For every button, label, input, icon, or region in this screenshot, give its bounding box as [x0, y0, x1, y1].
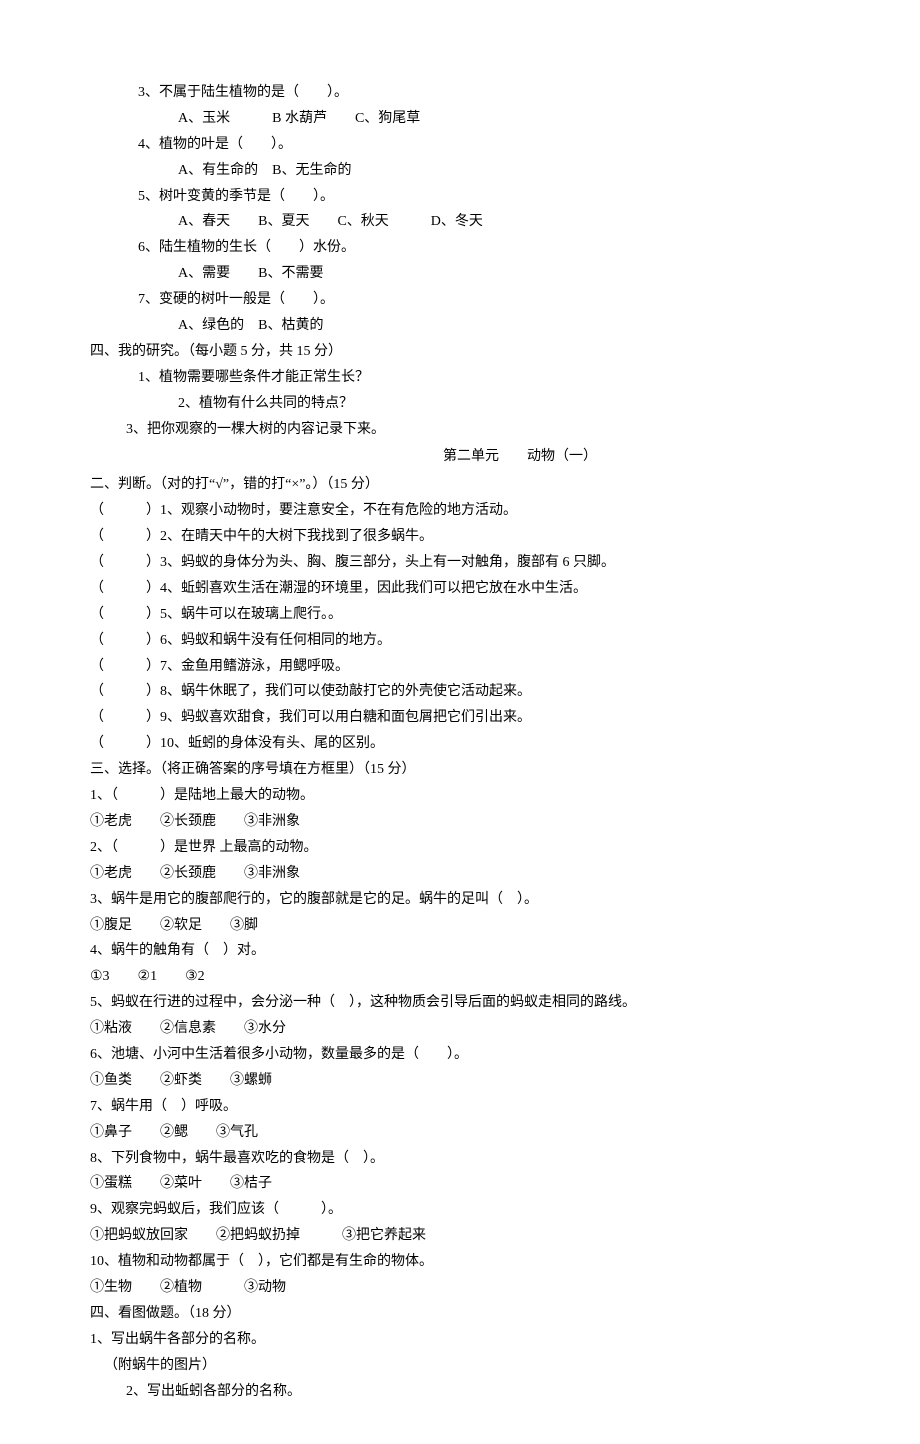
s3-q2-stem: 2、（ ）是世界 上最高的动物。 — [90, 835, 830, 861]
section4-q3: 3、把你观察的一棵大树的内容记录下来。 — [90, 417, 830, 443]
s3-q9-stem: 9、观察完蚂蚁后，我们应该（ ）。 — [90, 1197, 830, 1223]
s3-q6-stem: 6、池塘、小河中生活着很多小动物，数量最多的是（ ）。 — [90, 1042, 830, 1068]
section4b-heading: 四、看图做题。（18 分） — [90, 1301, 830, 1327]
q6-opts: A、需要 B、不需要 — [90, 261, 830, 287]
q7-opts: A、绿色的 B、枯黄的 — [90, 313, 830, 339]
section4b-q2: 2、写出蚯蚓各部分的名称。 — [90, 1379, 830, 1405]
q3-stem: 3、不属于陆生植物的是（ ）。 — [90, 80, 830, 106]
s3-q10-opts: ①生物 ②植物 ③动物 — [90, 1275, 830, 1301]
q6-stem: 6、陆生植物的生长（ ）水份。 — [90, 235, 830, 261]
s3-q3-stem: 3、蜗牛是用它的腹部爬行的，它的腹部就是它的足。蜗牛的足叫（ ）。 — [90, 887, 830, 913]
q4-stem: 4、植物的叶是（ ）。 — [90, 132, 830, 158]
q7-stem: 7、变硬的树叶一般是（ ）。 — [90, 287, 830, 313]
section3-heading: 三、选择。（将正确答案的序号填在方框里）（15 分） — [90, 757, 830, 783]
section2-heading: 二、判断。（对的打“√”，错的打“×”。）（15 分） — [90, 472, 830, 498]
judge-item-6: （ ）6、蚂蚁和蜗牛没有任何相同的地方。 — [90, 628, 830, 654]
s3-q6-opts: ①鱼类 ②虾类 ③螺蛳 — [90, 1068, 830, 1094]
s3-q8-stem: 8、下列食物中，蜗牛最喜欢吃的食物是（ ）。 — [90, 1146, 830, 1172]
s3-q3-opts: ①腹足 ②软足 ③脚 — [90, 913, 830, 939]
judge-item-3: （ ）3、蚂蚁的身体分为头、胸、腹三部分，头上有一对触角，腹部有 6 只脚。 — [90, 550, 830, 576]
judge-item-7: （ ）7、金鱼用鳍游泳，用鳃呼吸。 — [90, 654, 830, 680]
s3-q9-opts: ①把蚂蚁放回家 ②把蚂蚁扔掉 ③把它养起来 — [90, 1223, 830, 1249]
q3-opts: A、玉米 B 水葫芦 C、狗尾草 — [90, 106, 830, 132]
q4-opts: A、有生命的 B、无生命的 — [90, 158, 830, 184]
section4b-note: （附蜗牛的图片） — [90, 1353, 830, 1379]
q5-stem: 5、树叶变黄的季节是（ ）。 — [90, 184, 830, 210]
judge-item-5: （ ）5、蜗牛可以在玻璃上爬行。。 — [90, 602, 830, 628]
s3-q5-stem: 5、蚂蚁在行进的过程中，会分泌一种（ ），这种物质会引导后面的蚂蚁走相同的路线。 — [90, 990, 830, 1016]
judge-item-4: （ ）4、蚯蚓喜欢生活在潮湿的环境里，因此我们可以把它放在水中生活。 — [90, 576, 830, 602]
s3-q4-opts: ①3 ②1 ③2 — [90, 964, 830, 990]
s3-q7-stem: 7、蜗牛用（ ）呼吸。 — [90, 1094, 830, 1120]
s3-q2-opts: ①老虎 ②长颈鹿 ③非洲象 — [90, 861, 830, 887]
judge-item-2: （ ）2、在晴天中午的大树下我找到了很多蜗牛。 — [90, 524, 830, 550]
section4b-q1: 1、写出蜗牛各部分的名称。 — [90, 1327, 830, 1353]
q5-opts: A、春天 B、夏天 C、秋天 D、冬天 — [90, 209, 830, 235]
s3-q1-opts: ①老虎 ②长颈鹿 ③非洲象 — [90, 809, 830, 835]
s3-q7-opts: ①鼻子 ②鳃 ③气孔 — [90, 1120, 830, 1146]
section4-heading: 四、我的研究。（每小题 5 分，共 15 分） — [90, 339, 830, 365]
unit2-title: 第二单元 动物（一） — [90, 444, 830, 470]
s3-q8-opts: ①蛋糕 ②菜叶 ③桔子 — [90, 1171, 830, 1197]
judge-item-9: （ ）9、蚂蚁喜欢甜食，我们可以用白糖和面包屑把它们引出来。 — [90, 705, 830, 731]
judge-item-1: （ ）1、观察小动物时，要注意安全，不在有危险的地方活动。 — [90, 498, 830, 524]
section4-q2: 2、植物有什么共同的特点？ — [90, 391, 830, 417]
s3-q5-opts: ①粘液 ②信息素 ③水分 — [90, 1016, 830, 1042]
section4-q1: 1、植物需要哪些条件才能正常生长？ — [90, 365, 830, 391]
s3-q4-stem: 4、蜗牛的触角有（ ）对。 — [90, 938, 830, 964]
judge-item-10: （ ）10、蚯蚓的身体没有头、尾的区别。 — [90, 731, 830, 757]
s3-q10-stem: 10、植物和动物都属于（ ），它们都是有生命的物体。 — [90, 1249, 830, 1275]
s3-q1-stem: 1、（ ）是陆地上最大的动物。 — [90, 783, 830, 809]
judge-item-8: （ ）8、蜗牛休眠了，我们可以使劲敲打它的外壳使它活动起来。 — [90, 679, 830, 705]
